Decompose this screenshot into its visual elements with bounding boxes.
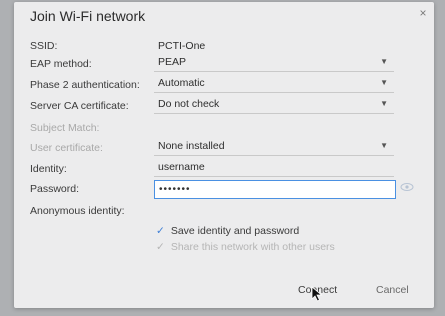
user-cert-label: User certificate: xyxy=(30,142,103,154)
close-icon[interactable]: × xyxy=(416,6,430,20)
ssid-value: PCTI-One xyxy=(158,40,206,52)
user-cert-value: None installed xyxy=(158,140,225,152)
share-network-label: Share this network with other users xyxy=(170,241,335,253)
ssid-label: SSID: xyxy=(30,40,58,52)
phase2-label: Phase 2 authentication: xyxy=(30,79,140,91)
identity-label: Identity: xyxy=(30,163,67,175)
chevron-down-icon: ▼ xyxy=(380,141,388,150)
identity-value: username xyxy=(158,161,205,173)
identity-field[interactable]: username xyxy=(154,158,394,177)
subject-match-label: Subject Match: xyxy=(30,122,100,134)
eap-method-select[interactable]: PEAP ▼ xyxy=(154,53,394,72)
password-label: Password: xyxy=(30,183,80,195)
checkmark-icon: ✓ xyxy=(156,241,165,253)
save-identity-checkbox[interactable]: ✓ Save identity and password xyxy=(156,225,299,237)
server-ca-select[interactable]: Do not check ▼ xyxy=(154,95,394,114)
anonymous-identity-label: Anonymous identity: xyxy=(30,205,125,217)
eye-icon[interactable] xyxy=(400,182,414,192)
save-identity-label: Save identity and password xyxy=(170,225,300,237)
phase2-value: Automatic xyxy=(158,77,205,89)
user-cert-select[interactable]: None installed ▼ xyxy=(154,137,394,156)
server-ca-label: Server CA certificate: xyxy=(30,100,129,112)
chevron-down-icon: ▼ xyxy=(380,99,388,108)
checkmark-icon: ✓ xyxy=(156,225,165,237)
anonymous-identity-field[interactable] xyxy=(154,200,394,219)
password-field[interactable]: ••••••• xyxy=(154,180,396,199)
mouse-pointer-icon xyxy=(311,286,323,302)
share-network-checkbox[interactable]: ✓ Share this network with other users xyxy=(156,241,335,253)
dialog-title: Join Wi-Fi network xyxy=(30,8,146,24)
password-value: ••••••• xyxy=(159,184,191,195)
eap-method-value: PEAP xyxy=(158,56,187,68)
chevron-down-icon: ▼ xyxy=(380,78,388,87)
cancel-button[interactable]: Cancel xyxy=(376,284,409,296)
phase2-select[interactable]: Automatic ▼ xyxy=(154,74,394,93)
join-wifi-dialog: Join Wi-Fi network × SSID: PCTI-One EAP … xyxy=(14,2,434,308)
chevron-down-icon: ▼ xyxy=(380,57,388,66)
eap-method-label: EAP method: xyxy=(30,58,92,70)
server-ca-value: Do not check xyxy=(158,98,220,110)
